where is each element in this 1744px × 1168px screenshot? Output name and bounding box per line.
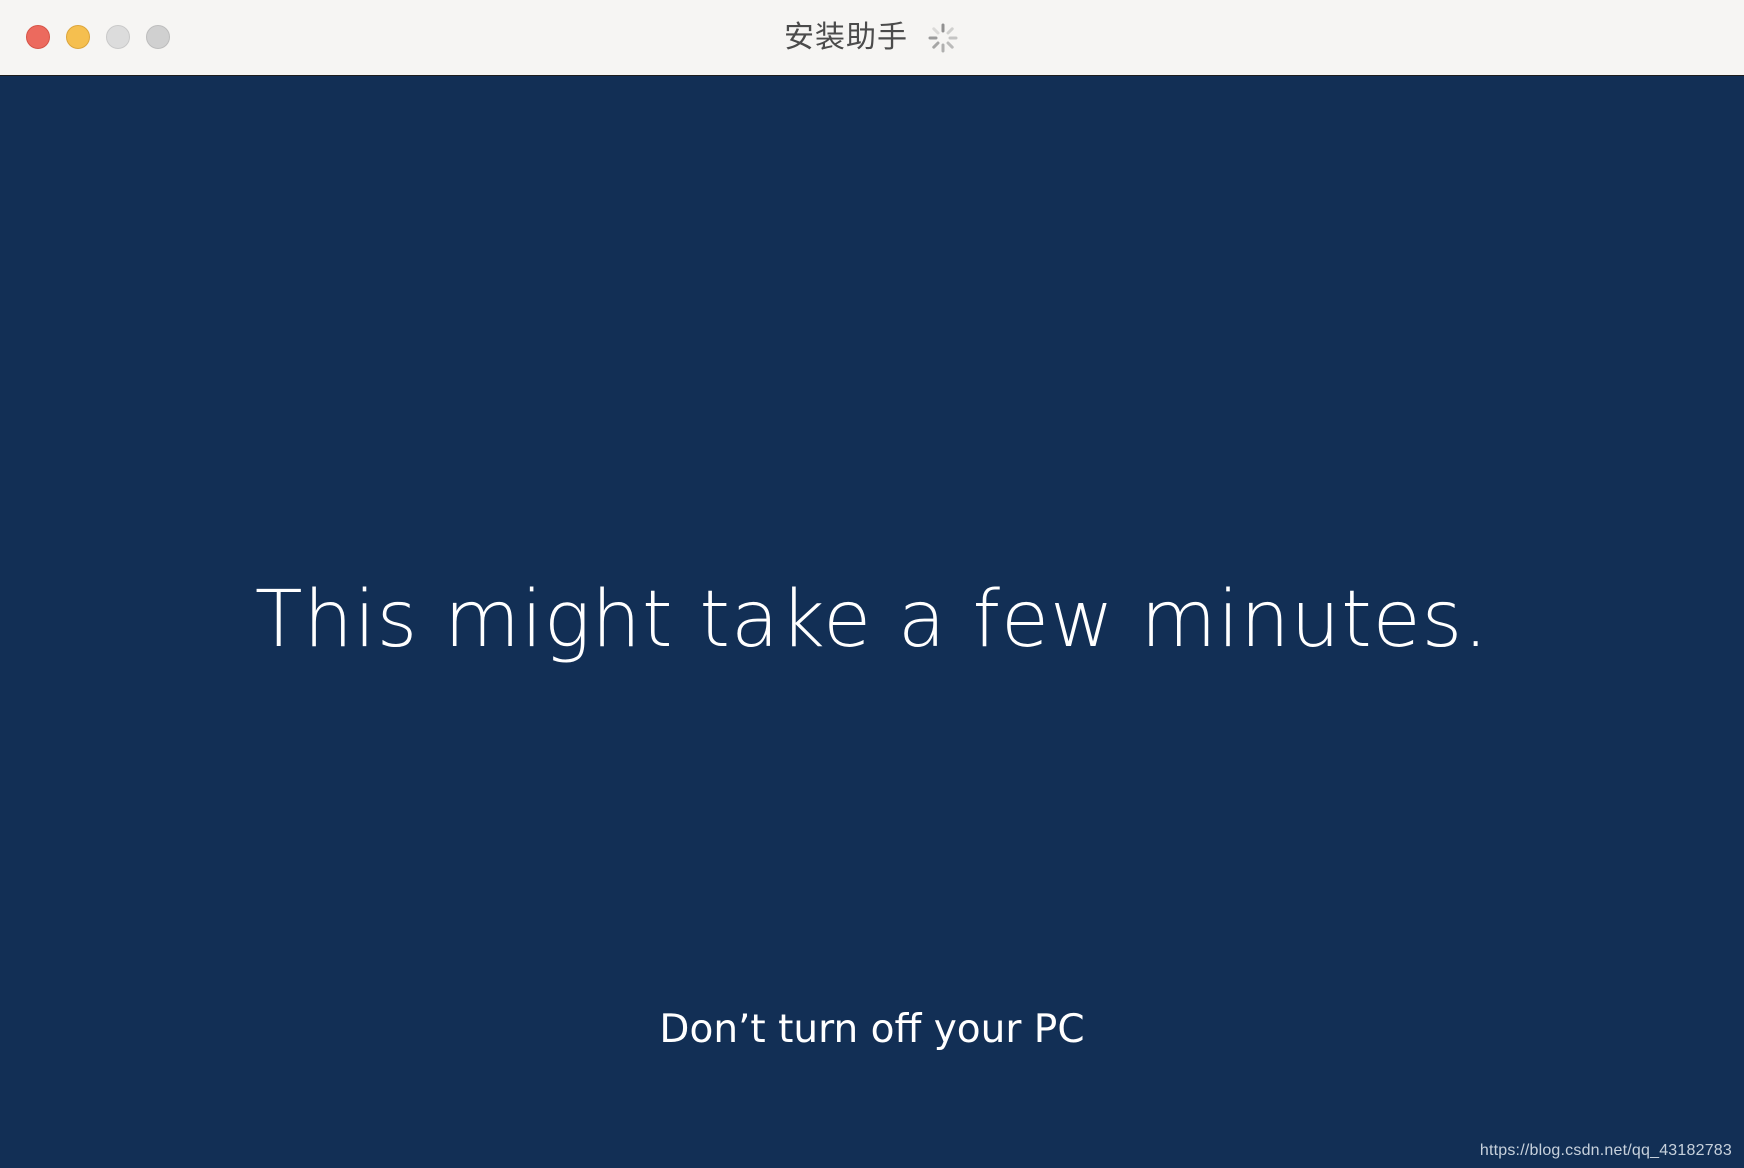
status-subtext: Don’t turn off your PC — [659, 1007, 1085, 1052]
spinner-icon — [928, 23, 958, 53]
installer-window: 安装助手 This might take a few minutes. Don’… — [0, 0, 1744, 1168]
status-headline: This might take a few minutes. — [254, 575, 1490, 665]
title-group: 安装助手 — [0, 0, 1744, 76]
title-bar[interactable]: 安装助手 — [0, 0, 1744, 76]
watermark-text: https://blog.csdn.net/qq_43182783 — [1479, 1142, 1732, 1159]
setup-screen: This might take a few minutes. Don’t tur… — [0, 76, 1744, 1168]
window-title: 安装助手 — [784, 20, 908, 55]
